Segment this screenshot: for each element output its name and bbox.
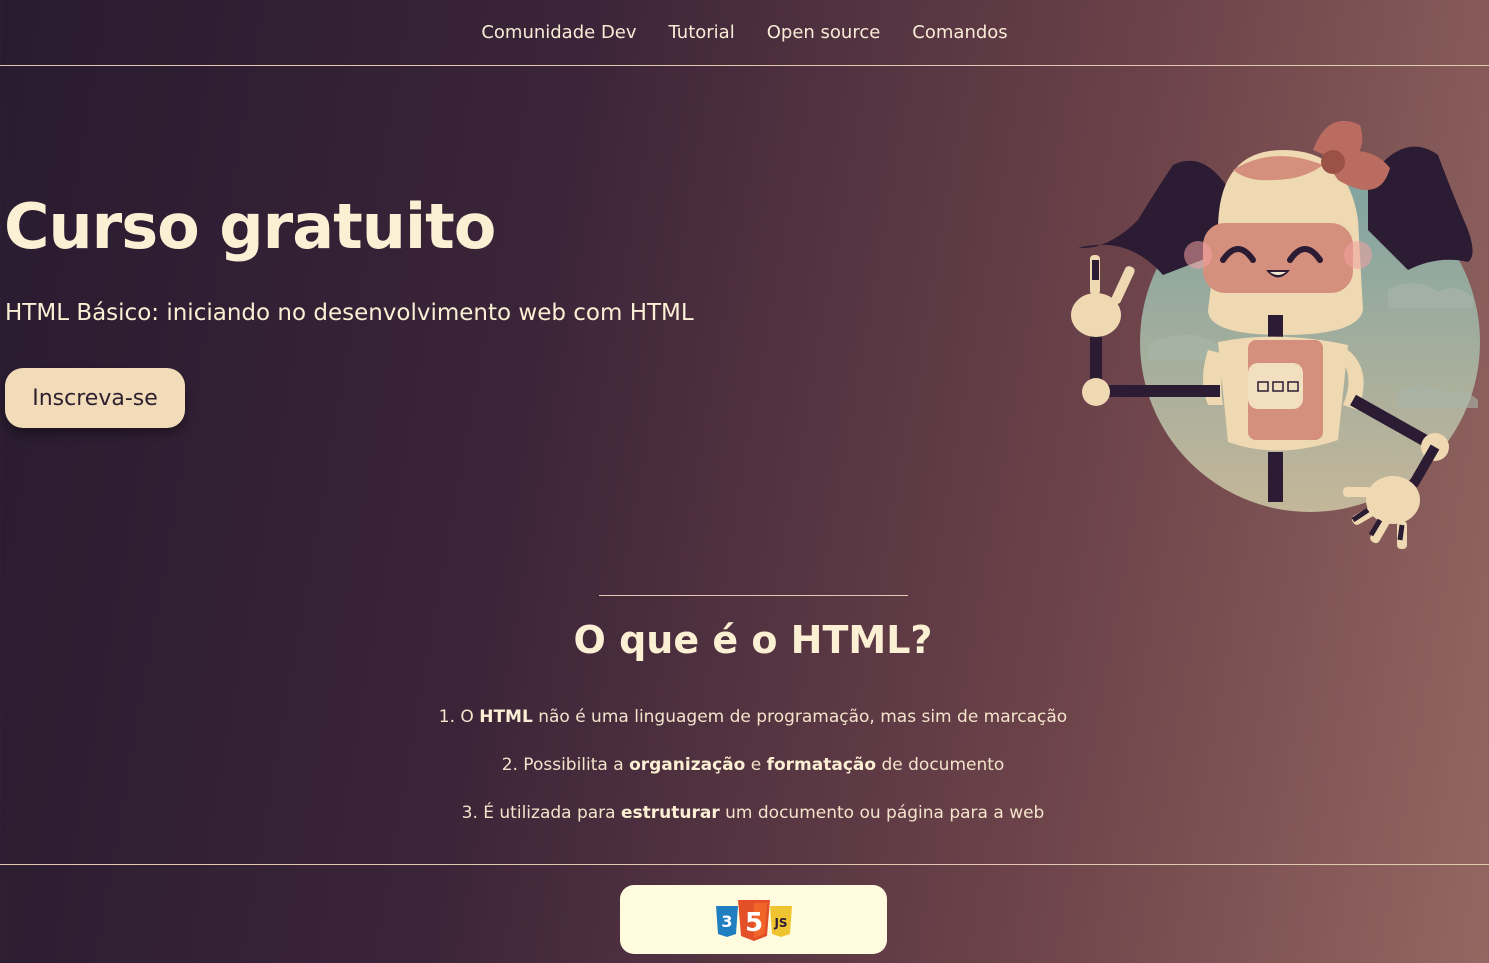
section-divider [599,595,908,596]
fact-highlight: estruturar [621,803,720,823]
html5-number: 5 [744,908,762,938]
fact-text: 1. O [438,707,480,727]
fact-highlight: HTML [479,707,533,727]
fact-text: e [745,755,767,775]
fact-text: um documento ou página para a web [719,803,1045,823]
html-facts-list: 1. O HTML não é uma linguagem de program… [0,705,1489,849]
css3-html5-js-logo: 3 JS 5 [715,899,792,941]
right-hand [1366,476,1420,524]
section-title: O que é o HTML? [573,618,933,662]
fact-highlight: organização [629,755,746,775]
nav-link-tutorial[interactable]: Tutorial [669,22,735,43]
fact-item: 3. É utilizada para estruturar um docume… [0,801,1489,849]
js-text: JS [773,916,787,930]
fact-item: 1. O HTML não é uma linguagem de program… [0,705,1489,753]
robot-girl-illustration [1071,120,1480,549]
hero-title: Curso gratuito [4,190,496,263]
fact-highlight: formatação [766,755,877,775]
chest-panel [1248,363,1303,409]
hero-subtitle: HTML Básico: iniciando no desenvolviment… [5,300,694,326]
top-nav: Comunidade Dev Tutorial Open source Coma… [0,0,1489,66]
fact-item: 2. Possibilita a organização e formataçã… [0,753,1489,801]
nav-link-comunidade-dev[interactable]: Comunidade Dev [481,22,636,43]
nav-link-open-source[interactable]: Open source [767,22,881,43]
footer-divider [0,864,1489,865]
fact-text: não é uma linguagem de programação, mas … [532,707,1068,727]
fact-text: 2. Possibilita a [501,755,630,775]
footer-logo-card: 3 JS 5 [620,885,887,954]
fact-text: de documento [876,755,1005,775]
css3-number: 3 [721,912,732,931]
fact-text: 3. É utilizada para [461,803,621,823]
left-arm [1098,385,1220,397]
nav-link-comandos[interactable]: Comandos [912,22,1007,43]
subscribe-button[interactable]: Inscreva-se [5,368,185,428]
